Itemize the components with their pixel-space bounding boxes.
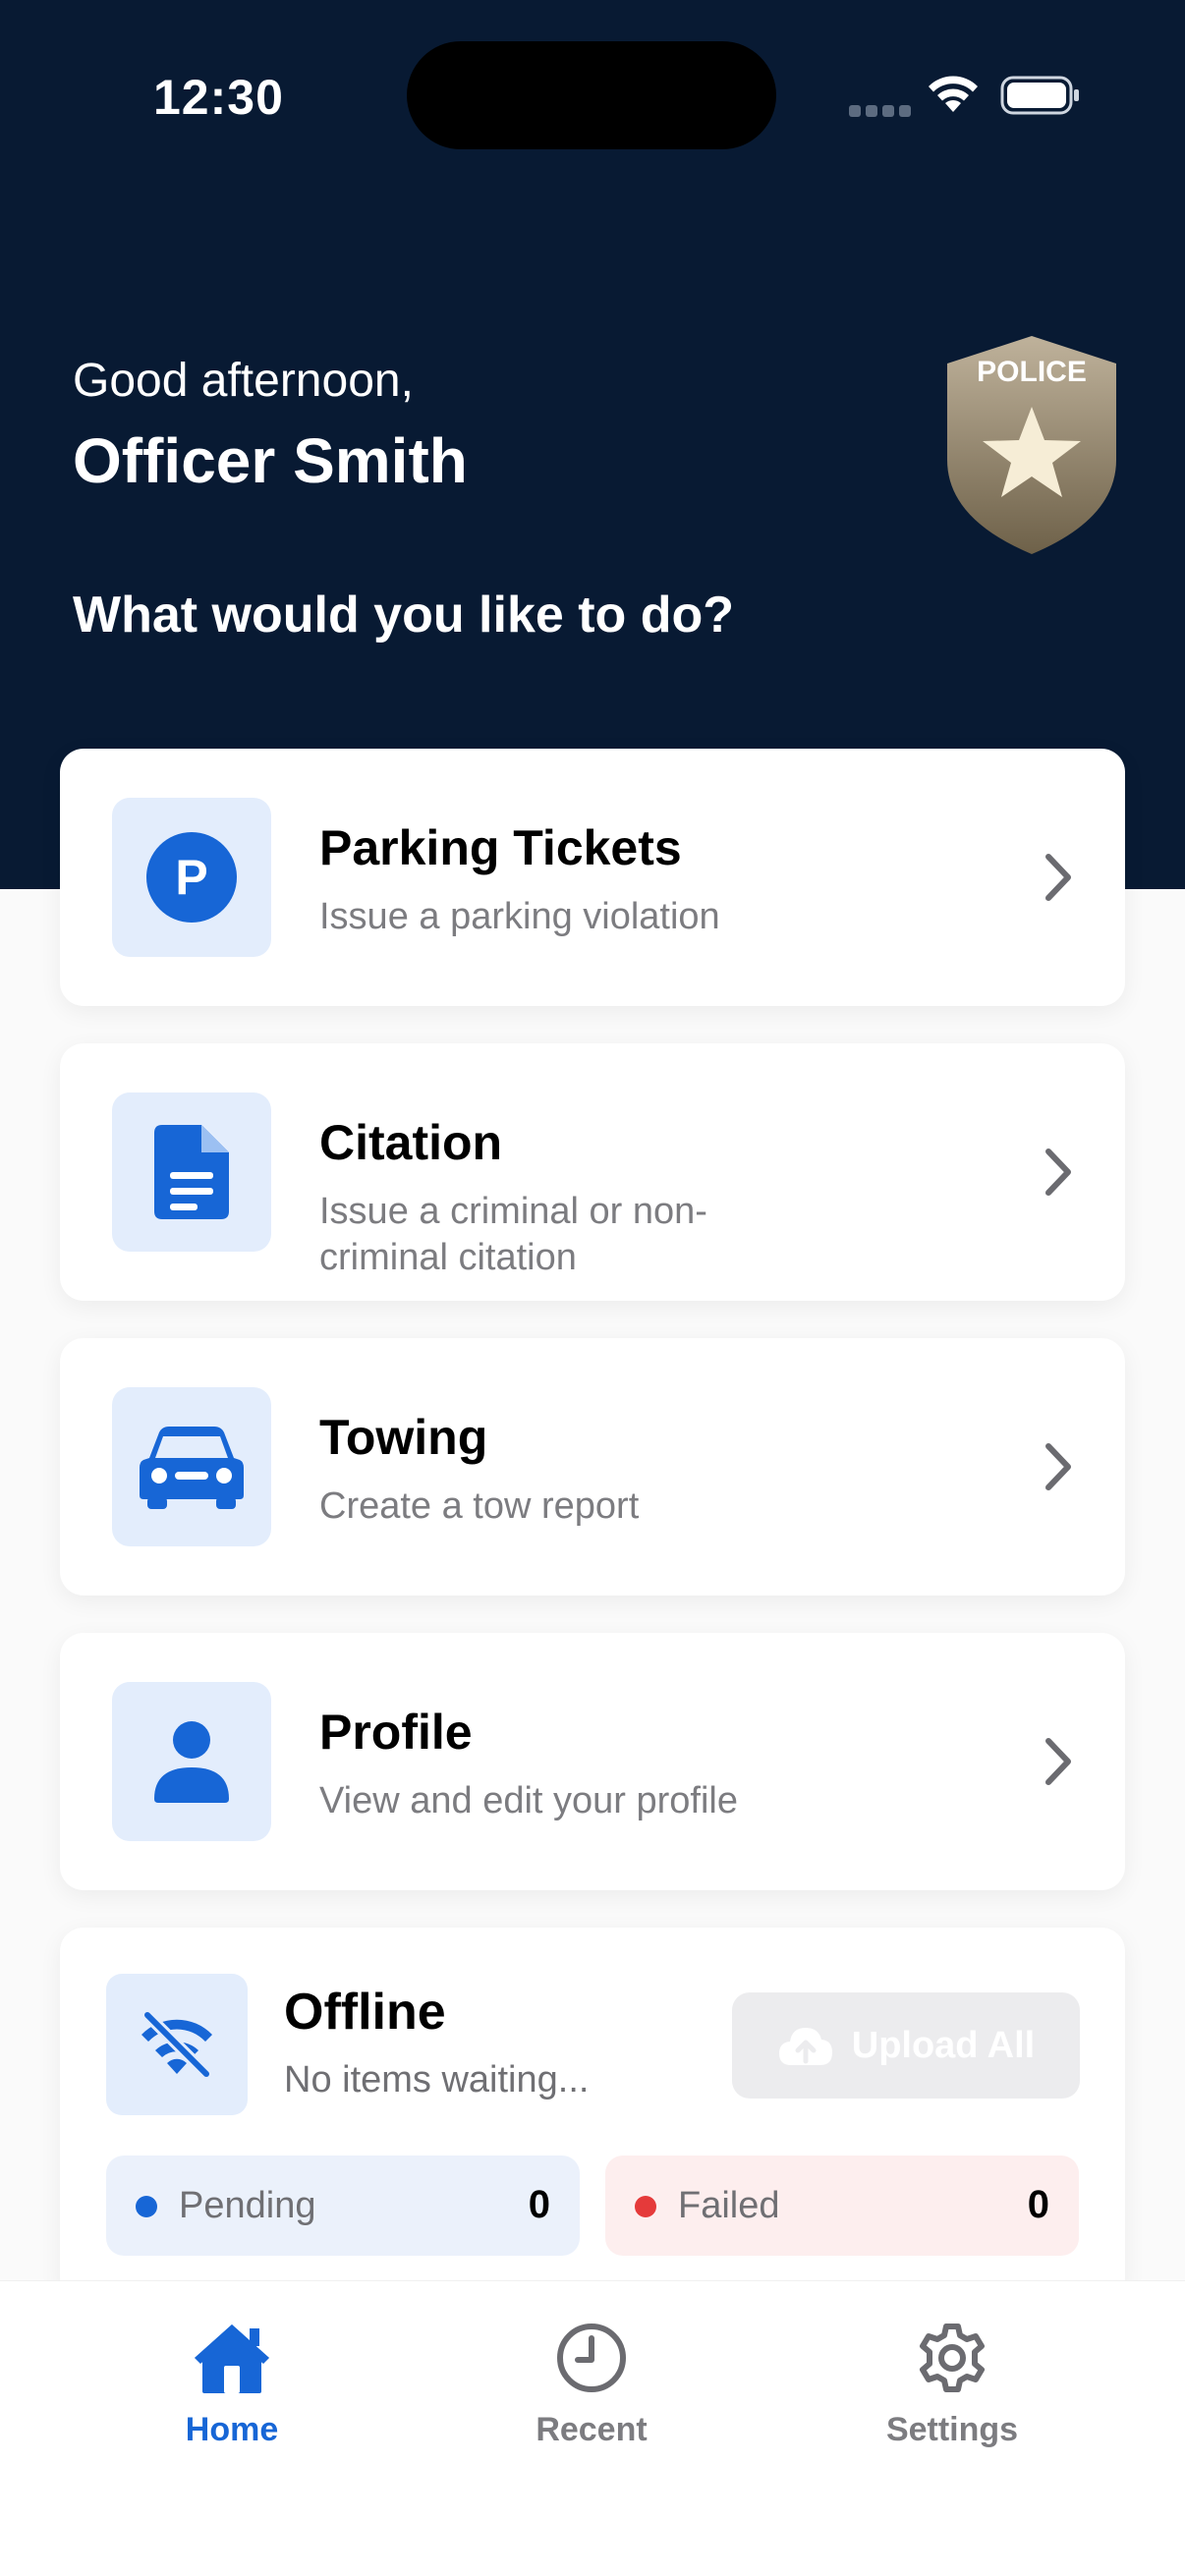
- upload-all-label: Upload All: [851, 2024, 1036, 2066]
- chevron-right-icon: [1045, 1443, 1071, 1490]
- tab-label: Settings: [885, 2411, 1019, 2448]
- person-icon-tile: [112, 1682, 271, 1841]
- action-prompt: What would you like to do?: [73, 587, 735, 644]
- chevron-right-icon: [1045, 1738, 1071, 1785]
- badge-text: POLICE: [977, 356, 1087, 388]
- cloud-upload-icon: [778, 2028, 832, 2065]
- card-subtitle: Create a tow report: [319, 1485, 640, 1527]
- clock-icon: [557, 2324, 626, 2392]
- card-subtitle: Issue a criminal or non-criminal citatio…: [319, 1191, 707, 1278]
- wifi-icon: [929, 76, 978, 112]
- card-title: Citation: [319, 1115, 503, 1170]
- offline-queue-card: Offline No items waiting... Upload All P…: [60, 1928, 1125, 2301]
- officer-name: Officer Smith: [73, 425, 468, 496]
- document-icon-tile: [112, 1092, 271, 1252]
- tab-recent[interactable]: Recent: [474, 2321, 709, 2478]
- greeting: Good afternoon,: [73, 355, 414, 407]
- pending-dot: [136, 2196, 157, 2217]
- parking-tickets-card[interactable]: P Parking Tickets Issue a parking violat…: [60, 749, 1125, 1006]
- tab-settings[interactable]: Settings: [834, 2321, 1070, 2478]
- offline-status: No items waiting...: [284, 2059, 590, 2100]
- card-title: Parking Tickets: [319, 820, 682, 875]
- chevron-right-icon: [1045, 854, 1071, 901]
- home-screen: 12:30 Good afternoon, Officer Smith What…: [0, 0, 1185, 2576]
- card-title: Profile: [319, 1705, 473, 1760]
- pending-label: Pending: [179, 2185, 316, 2226]
- failed-count: 0: [1027, 2183, 1049, 2226]
- upload-all-button[interactable]: Upload All: [732, 1992, 1080, 2099]
- card-subtitle: Issue a parking violation: [319, 896, 720, 937]
- document-icon: [154, 1125, 229, 1219]
- battery-icon: [1000, 76, 1079, 115]
- tab-home[interactable]: Home: [114, 2321, 350, 2478]
- offline-title: Offline: [284, 1984, 446, 2041]
- gear-icon: [920, 2324, 985, 2392]
- parking-icon-tile: P: [112, 798, 271, 957]
- card-subtitle: View and edit your profile: [319, 1780, 738, 1821]
- failed-label: Failed: [678, 2185, 780, 2226]
- failed-dot: [635, 2196, 656, 2217]
- tab-label: Home: [185, 2411, 279, 2448]
- citation-card[interactable]: Citation Issue a criminal or non-crimina…: [60, 1043, 1125, 1301]
- house-icon: [195, 2324, 269, 2393]
- failed-counter: Failed 0: [605, 2156, 1079, 2256]
- chevron-right-icon: [1045, 1148, 1071, 1196]
- card-title: Towing: [319, 1410, 488, 1465]
- profile-card[interactable]: Profile View and edit your profile: [60, 1633, 1125, 1890]
- wifi-off-icon-tile: [106, 1974, 248, 2115]
- parking-icon: P: [146, 832, 237, 923]
- wifi-off-icon: [141, 2009, 212, 2080]
- status-time: 12:30: [153, 70, 284, 125]
- dynamic-island: [407, 41, 776, 149]
- person-icon: [154, 1721, 229, 1803]
- pending-counter: Pending 0: [106, 2156, 580, 2256]
- car-icon: [140, 1427, 244, 1509]
- cellular-signal-icon: [849, 104, 916, 122]
- police-badge-icon: POLICE: [947, 336, 1116, 554]
- car-icon-tile: [112, 1387, 271, 1546]
- tab-label: Recent: [536, 2411, 648, 2448]
- svg-text:P: P: [175, 850, 207, 905]
- pending-count: 0: [528, 2183, 550, 2226]
- towing-card[interactable]: Towing Create a tow report: [60, 1338, 1125, 1596]
- tab-bar: Home Recent Settings: [0, 2280, 1185, 2576]
